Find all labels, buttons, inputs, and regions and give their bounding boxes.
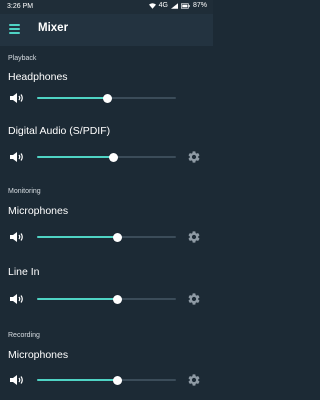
volume-slider[interactable] <box>37 93 176 103</box>
volume-fill <box>37 298 118 300</box>
slider-thumb[interactable] <box>113 375 123 385</box>
slider-thumb[interactable] <box>103 93 113 103</box>
wifi-icon <box>148 2 156 9</box>
gear-icon[interactable] <box>187 292 201 306</box>
channel-label-headphones: Headphones <box>8 71 68 83</box>
channel-row-digital-audio <box>0 149 213 165</box>
volume-slider[interactable] <box>37 294 176 304</box>
slider-thumb[interactable] <box>113 232 123 242</box>
section-title-monitoring: Monitoring <box>8 188 41 195</box>
channel-row-monitor-microphones <box>0 229 213 245</box>
speaker-icon[interactable] <box>10 375 24 385</box>
battery-level: 87% <box>192 2 207 9</box>
volume-fill <box>37 97 108 99</box>
volume-fill <box>37 236 118 238</box>
channel-row-record-microphones <box>0 372 213 388</box>
speaker-icon[interactable] <box>10 232 24 242</box>
volume-fill <box>37 156 114 158</box>
hamburger-menu-icon[interactable] <box>9 24 20 35</box>
gear-icon[interactable] <box>187 373 201 387</box>
status-time: 3:26 PM <box>7 3 34 10</box>
channel-row-line-in <box>0 291 213 307</box>
channel-label-microphones: Microphones <box>8 349 69 361</box>
section-title-recording: Recording <box>8 332 40 339</box>
gear-icon[interactable] <box>187 150 201 164</box>
channel-label-microphones: Microphones <box>8 205 69 217</box>
status-icons: 4G 87% <box>148 2 207 9</box>
channel-label-line-in: Line In <box>8 266 40 278</box>
channel-label-digital-audio: Digital Audio (S/PDIF) <box>8 125 111 137</box>
section-title-playback: Playback <box>8 55 37 62</box>
volume-slider[interactable] <box>37 232 176 242</box>
speaker-icon[interactable] <box>10 294 24 304</box>
status-bar: 3:26 PM 4G 87% <box>0 0 213 14</box>
channel-row-headphones <box>0 90 213 106</box>
slider-thumb[interactable] <box>108 152 118 162</box>
slider-thumb[interactable] <box>113 294 123 304</box>
speaker-icon[interactable] <box>10 93 24 103</box>
battery-icon <box>180 2 190 9</box>
app-bar: Mixer <box>0 14 213 46</box>
speaker-icon[interactable] <box>10 152 24 162</box>
volume-slider[interactable] <box>37 375 176 385</box>
volume-fill <box>37 379 118 381</box>
network-type: 4G <box>158 2 168 9</box>
signal-icon <box>170 2 178 9</box>
gear-icon[interactable] <box>187 230 201 244</box>
volume-slider[interactable] <box>37 152 176 162</box>
page-title: Mixer <box>38 22 69 34</box>
